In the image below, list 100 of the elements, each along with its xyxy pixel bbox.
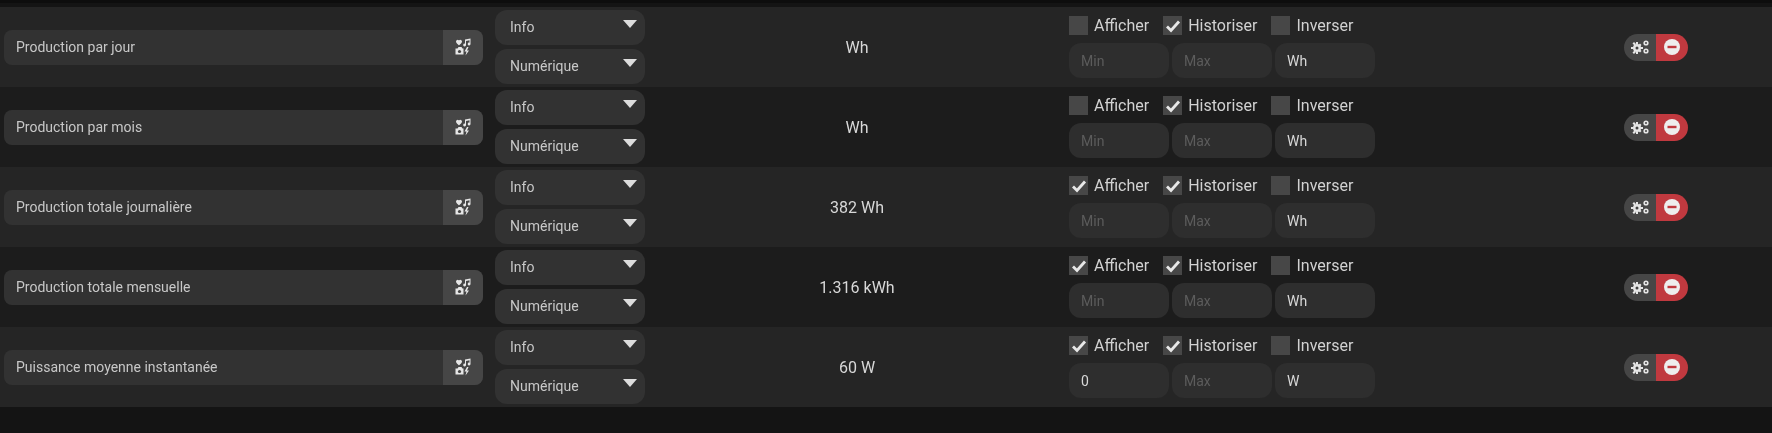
caret-icon	[623, 299, 637, 307]
subtype-select[interactable]: Numérique	[495, 289, 645, 324]
remove-button[interactable]	[1656, 193, 1688, 221]
minus-circle-icon	[1664, 279, 1680, 295]
input-field[interactable]: Wh	[1275, 203, 1375, 238]
settings-button[interactable]	[1624, 353, 1656, 381]
remove-button[interactable]	[1656, 353, 1688, 381]
checkbox-label: Inverser	[1296, 256, 1354, 275]
checkbox-label: Afficher	[1094, 176, 1150, 195]
type-select[interactable]: Info	[495, 170, 645, 205]
name-field[interactable]: Production totale journalière	[4, 189, 483, 225]
current-value: 60 W	[838, 357, 876, 377]
caret-icon	[623, 100, 637, 108]
checkbox-label: Afficher	[1094, 16, 1150, 35]
caret-icon	[623, 219, 637, 227]
checkbox[interactable]	[1271, 256, 1291, 275]
remove-button[interactable]	[1656, 113, 1688, 141]
current-value: Wh	[845, 117, 869, 137]
name-text: Production totale mensuelle	[15, 279, 191, 295]
checkbox-label: Inverser	[1296, 176, 1354, 195]
icons-icon	[454, 118, 472, 136]
checkbox[interactable]	[1069, 256, 1088, 275]
settings-button[interactable]	[1624, 193, 1656, 221]
checkbox[interactable]	[1163, 16, 1183, 35]
checkbox[interactable]	[1069, 96, 1088, 115]
name-text: Production totale journalière	[15, 199, 192, 215]
caret-icon	[623, 139, 637, 147]
checkbox-label: Historiser	[1188, 176, 1258, 195]
caret-icon	[623, 20, 637, 28]
current-value: 382 Wh	[830, 197, 884, 217]
caret-icon	[623, 379, 637, 387]
subtype-select[interactable]: Numérique	[495, 49, 645, 84]
checkbox-label: Inverser	[1296, 336, 1354, 355]
checkbox[interactable]	[1271, 176, 1291, 195]
checkbox[interactable]	[1271, 336, 1291, 355]
checkbox[interactable]	[1069, 176, 1088, 195]
remove-button[interactable]	[1656, 273, 1688, 301]
input-field[interactable]: Wh	[1275, 283, 1375, 318]
type-select[interactable]: Info	[495, 250, 645, 285]
icons-icon	[454, 358, 472, 376]
checkbox-label: Afficher	[1094, 336, 1150, 355]
checkbox-label: Afficher	[1094, 96, 1150, 115]
minus-circle-icon	[1664, 199, 1680, 215]
checkbox-label: Historiser	[1188, 96, 1258, 115]
minus-circle-icon	[1664, 359, 1680, 375]
icon-picker-button[interactable]	[443, 109, 483, 145]
subtype-select[interactable]: Numérique	[495, 369, 645, 404]
input-field[interactable]: W	[1275, 363, 1375, 398]
settings-button[interactable]	[1624, 273, 1656, 301]
minus-circle-icon	[1664, 39, 1680, 55]
caret-icon	[623, 260, 637, 268]
checkbox[interactable]	[1069, 336, 1088, 355]
name-text: Puissance moyenne instantanée	[15, 359, 218, 375]
name-field[interactable]: Production par mois	[4, 109, 483, 145]
remove-button[interactable]	[1656, 33, 1688, 61]
name-text: Production par mois	[15, 119, 143, 135]
caret-icon	[623, 59, 637, 67]
minus-circle-icon	[1664, 119, 1680, 135]
settings-button[interactable]	[1624, 113, 1656, 141]
checkbox[interactable]	[1163, 256, 1183, 275]
name-field[interactable]: Production totale mensuelle	[4, 269, 483, 305]
checkbox-label: Inverser	[1296, 96, 1354, 115]
checkbox-label: Historiser	[1188, 336, 1258, 355]
settings-button[interactable]	[1624, 33, 1656, 61]
checkbox[interactable]	[1271, 96, 1291, 115]
type-select[interactable]: Info	[495, 10, 645, 45]
type-select[interactable]: Info	[495, 90, 645, 125]
current-value: 1.316 kWh	[819, 277, 895, 297]
checkbox[interactable]	[1163, 336, 1183, 355]
checkbox[interactable]	[1069, 16, 1088, 35]
checkbox-label: Historiser	[1188, 16, 1258, 35]
checkbox[interactable]	[1163, 96, 1183, 115]
name-field[interactable]: Production par jour	[4, 29, 483, 65]
checkbox-label: Inverser	[1296, 16, 1354, 35]
icon-picker-button[interactable]	[443, 349, 483, 385]
caret-icon	[623, 340, 637, 348]
caret-icon	[623, 180, 637, 188]
subtype-select[interactable]: Numérique	[495, 129, 645, 164]
type-select[interactable]: Info	[495, 330, 645, 365]
checkbox[interactable]	[1271, 16, 1291, 35]
input-field[interactable]: Wh	[1275, 43, 1375, 78]
icons-icon	[454, 278, 472, 296]
current-value: Wh	[845, 37, 869, 57]
input-field[interactable]: 0	[1069, 363, 1169, 398]
subtype-select[interactable]: Numérique	[495, 209, 645, 244]
gears-icon	[1630, 119, 1650, 135]
name-text: Production par jour	[15, 39, 136, 55]
icons-icon	[454, 38, 472, 56]
checkbox-label: Afficher	[1094, 256, 1150, 275]
checkbox-label: Historiser	[1188, 256, 1258, 275]
icon-picker-button[interactable]	[443, 269, 483, 305]
gears-icon	[1630, 279, 1650, 295]
icon-picker-button[interactable]	[443, 189, 483, 225]
input-field[interactable]: Wh	[1275, 123, 1375, 158]
gears-icon	[1630, 199, 1650, 215]
icon-picker-button[interactable]	[443, 29, 483, 65]
gears-icon	[1630, 39, 1650, 55]
checkbox[interactable]	[1163, 176, 1183, 195]
name-field[interactable]: Puissance moyenne instantanée	[4, 349, 483, 385]
gears-icon	[1630, 359, 1650, 375]
